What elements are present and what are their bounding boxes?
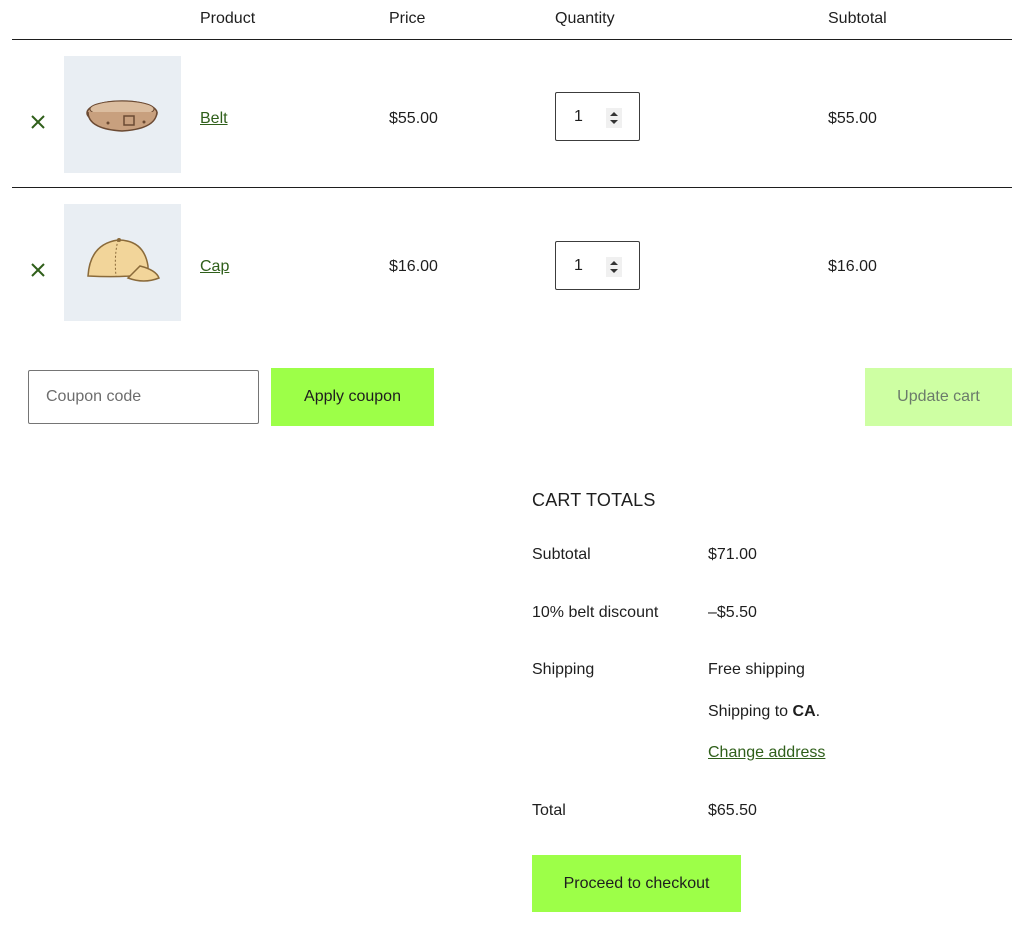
product-link-belt[interactable]: Belt: [200, 109, 228, 129]
price-cell: $55.00: [389, 110, 438, 127]
cart-totals-title: CART TOTALS: [532, 490, 656, 510]
close-icon[interactable]: [28, 260, 48, 280]
header-price: Price: [389, 10, 426, 27]
quantity-value[interactable]: 1: [574, 107, 583, 127]
total-value: $65.50: [708, 802, 757, 819]
cap-image[interactable]: [64, 204, 181, 321]
shipping-label: Shipping: [532, 661, 595, 678]
update-cart-button[interactable]: Update cart: [865, 368, 1012, 426]
belt-image[interactable]: [64, 56, 181, 173]
total-label: Total: [532, 802, 566, 819]
proceed-to-checkout-button[interactable]: Proceed to checkout: [532, 855, 741, 912]
discount-label: 10% belt discount: [532, 604, 659, 621]
shipping-to-suffix: .: [815, 703, 821, 720]
change-address-link[interactable]: Change address: [708, 743, 825, 763]
subtotal-value: $71.00: [708, 546, 757, 563]
shipping-region: CA: [792, 703, 816, 720]
quantity-stepper[interactable]: 1: [555, 241, 640, 290]
product-link-cap[interactable]: Cap: [200, 257, 229, 277]
quantity-value[interactable]: 1: [574, 256, 583, 276]
coupon-code-input[interactable]: [28, 370, 259, 424]
row-divider: [12, 187, 1012, 188]
subtotal-label: Subtotal: [532, 546, 591, 563]
header-quantity: Quantity: [555, 10, 615, 27]
subtotal-cell: $16.00: [828, 258, 877, 275]
close-icon[interactable]: [28, 112, 48, 132]
header-divider: [12, 39, 1012, 40]
price-cell: $16.00: [389, 258, 438, 275]
subtotal-cell: $55.00: [828, 110, 877, 127]
quantity-stepper[interactable]: 1: [555, 92, 640, 141]
shipping-method: Free shipping: [708, 661, 805, 678]
header-product: Product: [200, 10, 256, 27]
shipping-to-prefix: Shipping to: [708, 703, 793, 720]
discount-value: –$5.50: [708, 604, 757, 621]
header-subtotal: Subtotal: [828, 10, 887, 27]
spinner-arrows-icon[interactable]: [606, 108, 622, 128]
spinner-arrows-icon[interactable]: [606, 257, 622, 277]
apply-coupon-button[interactable]: Apply coupon: [271, 368, 434, 426]
shipping-destination: Shipping to CA.: [708, 702, 820, 722]
